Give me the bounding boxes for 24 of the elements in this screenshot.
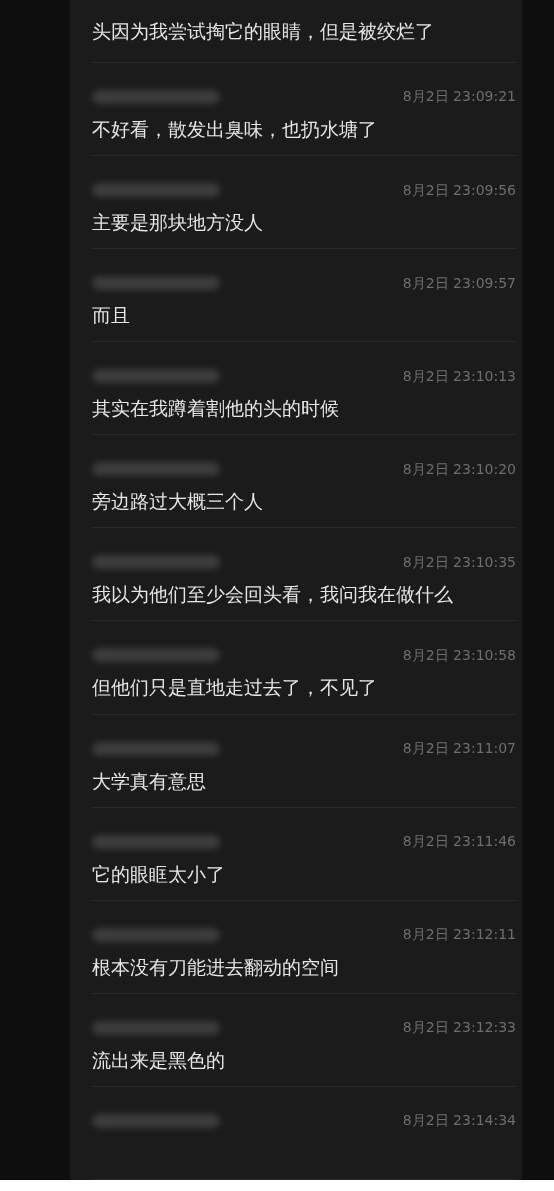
message-text: 旁边路过大概三个人 (92, 489, 264, 515)
message-time: 8月2日 23:10:58 (402, 645, 516, 665)
message-text: 其实在我蹲着割他的头的时候 (92, 396, 340, 422)
message-time: 8月2日 23:09:57 (402, 273, 516, 293)
message-time: 8月2日 23:11:46 (402, 832, 516, 852)
message-text: 头因为我尝试掏它的眼睛，但是被绞烂了 (92, 18, 435, 44)
message-time: 8月2日 23:10:20 (402, 459, 516, 479)
message-text: 我以为他们至少会回头看，我问我在做什么 (92, 582, 454, 608)
message-time: 8月2日 23:10:35 (402, 552, 516, 572)
message-time: 8月2日 23:09:56 (402, 180, 516, 200)
message-text: 但他们只是直地走过去了，不见了 (92, 675, 378, 701)
message-time: 8月2日 23:09:21 (402, 87, 516, 107)
message-time: 8月2日 23:14:34 (402, 1111, 516, 1131)
message-text: 大学真有意思 (92, 768, 207, 794)
message-time: 8月2日 23:12:33 (402, 1018, 516, 1038)
message-text: 它的眼眶太小了 (92, 861, 226, 887)
message-text: 流出来是黑色的 (92, 1047, 226, 1073)
message-text: 主要是那块地方没人 (92, 210, 264, 236)
message-time: 8月2日 23:12:11 (402, 925, 516, 945)
message-text: 不好看，散发出臭味，也扔水塘了 (92, 117, 378, 142)
message-time: 8月2日 23:10:13 (402, 366, 516, 386)
message-text: 根本没有刀能进去翻动的空间 (92, 954, 340, 980)
message-text: 而且 (92, 303, 131, 329)
message-time: 8月2日 23:11:07 (402, 739, 516, 759)
